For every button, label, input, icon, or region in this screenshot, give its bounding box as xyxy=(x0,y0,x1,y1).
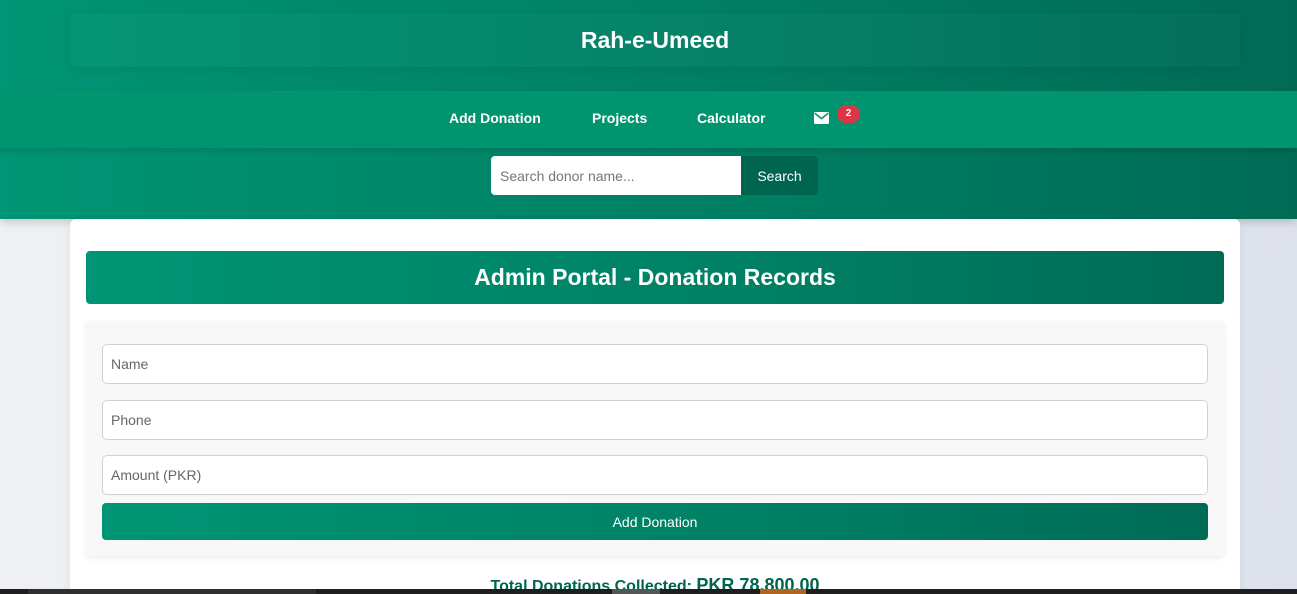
taskbar-item[interactable] xyxy=(28,589,316,594)
site-header: Rah-e-Umeed Add Donation Projects Calcul… xyxy=(0,0,1297,219)
add-donation-button[interactable]: Add Donation xyxy=(102,503,1208,540)
nav-projects[interactable]: Projects xyxy=(592,110,647,126)
name-field[interactable] xyxy=(102,344,1208,384)
amount-field[interactable] xyxy=(102,455,1208,495)
taskbar xyxy=(0,589,1297,594)
donor-search-input[interactable] xyxy=(491,156,741,195)
nav-add-donation[interactable]: Add Donation xyxy=(449,110,541,126)
taskbar-item[interactable] xyxy=(760,589,806,594)
nav-calculator[interactable]: Calculator xyxy=(697,110,765,126)
messages-button[interactable]: 2 xyxy=(814,105,864,132)
page-title: Admin Portal - Donation Records xyxy=(474,264,836,290)
notification-badge: 2 xyxy=(837,105,860,123)
main-nav: Add Donation Projects Calculator 2 xyxy=(0,91,1297,148)
phone-field[interactable] xyxy=(102,400,1208,440)
search-button[interactable]: Search xyxy=(741,156,818,195)
envelope-icon xyxy=(814,112,829,124)
portal-header: Admin Portal - Donation Records xyxy=(86,251,1224,304)
site-title: Rah-e-Umeed xyxy=(580,26,730,53)
taskbar-item[interactable] xyxy=(612,589,660,594)
title-bar: Rah-e-Umeed xyxy=(70,13,1240,67)
